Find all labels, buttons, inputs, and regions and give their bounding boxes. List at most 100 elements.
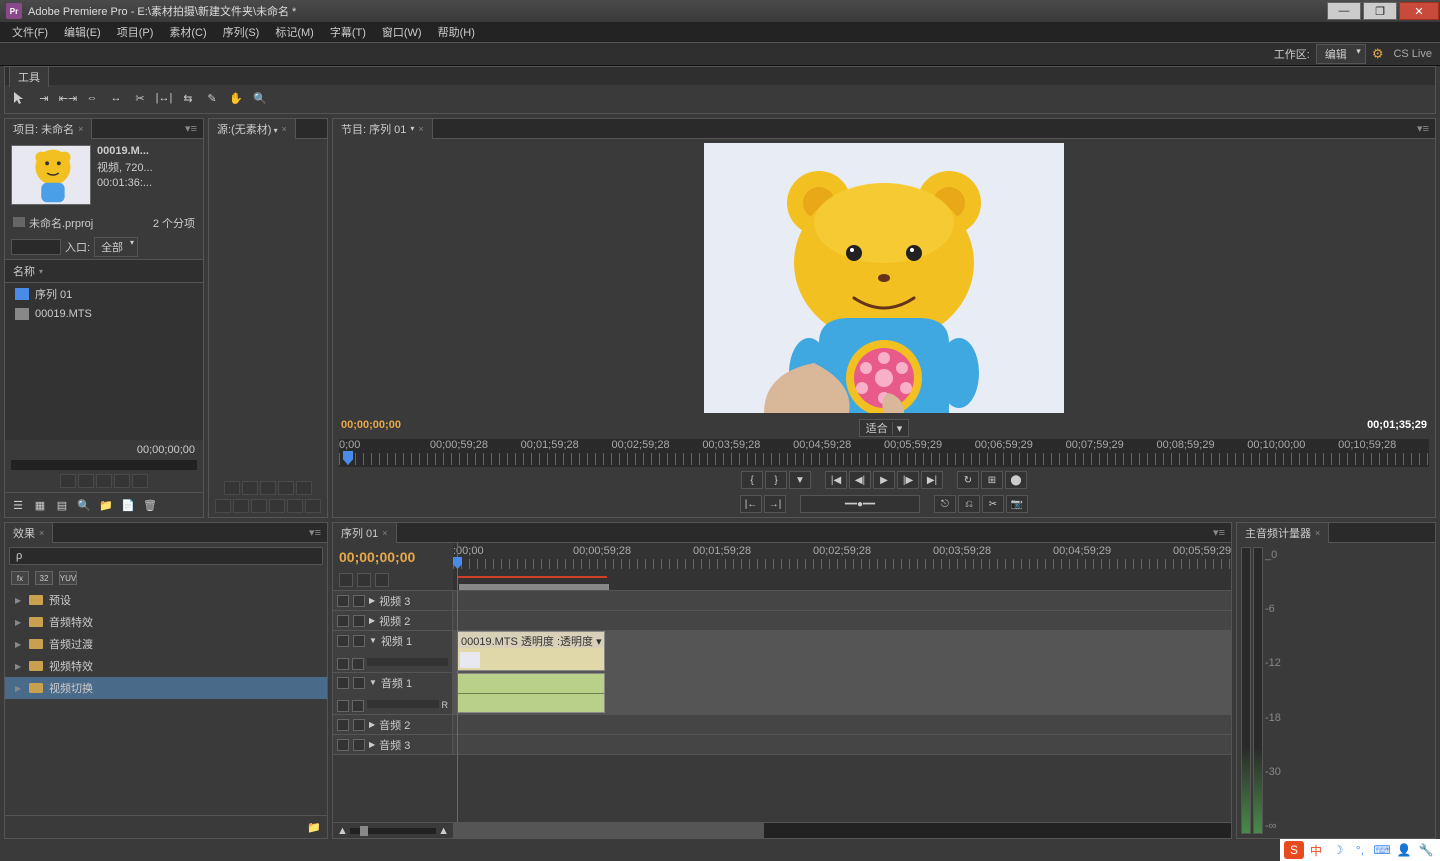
- track-header-v2[interactable]: ▶视频 2: [333, 611, 453, 630]
- goto-out-button[interactable]: ▶|: [921, 471, 943, 489]
- menu-title[interactable]: 字幕(T): [322, 22, 374, 42]
- hand-tool-icon[interactable]: ✋: [227, 89, 245, 107]
- src-btn[interactable]: [242, 481, 258, 495]
- marker-icon[interactable]: [375, 573, 389, 587]
- project-scrubber[interactable]: [11, 460, 197, 470]
- selection-tool-icon[interactable]: [11, 89, 29, 107]
- maximize-button[interactable]: ❐: [1363, 2, 1397, 20]
- razor-tool-icon[interactable]: ✂: [131, 89, 149, 107]
- src-btn[interactable]: [278, 481, 294, 495]
- close-tab-icon[interactable]: ×: [78, 124, 83, 134]
- src-btn[interactable]: [305, 499, 321, 513]
- zoom-tool-icon[interactable]: 🔍: [251, 89, 269, 107]
- in-dropdown[interactable]: 全部: [94, 237, 138, 257]
- rate-stretch-tool-icon[interactable]: ↔: [107, 89, 125, 107]
- fx-badge-icon[interactable]: fx: [11, 571, 29, 585]
- name-column-header[interactable]: 名称: [5, 260, 203, 283]
- menu-file[interactable]: 文件(F): [4, 22, 56, 42]
- safe-margins-button[interactable]: ⊞: [981, 471, 1003, 489]
- list-view-icon[interactable]: ☰: [9, 496, 27, 514]
- output-button[interactable]: ⬤: [1005, 471, 1027, 489]
- export-frame-button[interactable]: 📷: [1006, 495, 1028, 513]
- track-header-a3[interactable]: ▶音频 3: [333, 735, 453, 754]
- project-tab[interactable]: 项目: 未命名×: [5, 119, 92, 139]
- effects-folder[interactable]: ▶视频切换: [5, 677, 327, 699]
- goto-prev-button[interactable]: |←: [740, 495, 762, 513]
- slip-tool-icon[interactable]: |↔|: [155, 89, 173, 107]
- mark-in-button[interactable]: {: [741, 471, 763, 489]
- src-btn[interactable]: [287, 499, 303, 513]
- src-btn[interactable]: [224, 481, 240, 495]
- goto-in-button[interactable]: |◀: [825, 471, 847, 489]
- track-header-v3[interactable]: ▶视频 3: [333, 591, 453, 610]
- snap-icon[interactable]: [339, 573, 353, 587]
- menu-clip[interactable]: 素材(C): [161, 22, 214, 42]
- panel-menu-icon[interactable]: ▾≡: [1207, 526, 1231, 539]
- new-item-icon[interactable]: 📄: [119, 496, 137, 514]
- timeline-zoom-slider[interactable]: ▲▲: [333, 823, 453, 838]
- ime-wrench-icon[interactable]: 🔧: [1416, 841, 1436, 859]
- src-btn[interactable]: [215, 499, 231, 513]
- workspace-dropdown[interactable]: 编辑: [1316, 44, 1366, 64]
- src-btn[interactable]: [260, 481, 276, 495]
- effects-tab[interactable]: 效果×: [5, 523, 53, 543]
- new-bin-icon[interactable]: 📁: [305, 818, 323, 836]
- timeline-playhead[interactable]: [457, 543, 458, 590]
- project-item-sequence[interactable]: 序列 01: [5, 283, 203, 305]
- track-select-tool-icon[interactable]: ⇥: [35, 89, 53, 107]
- close-tab-icon[interactable]: ×: [382, 528, 387, 538]
- close-tab-icon[interactable]: ×: [1315, 528, 1320, 538]
- automate-icon[interactable]: ▤: [53, 496, 71, 514]
- track-header-a1[interactable]: ▼音频 1R: [333, 673, 453, 714]
- src-btn[interactable]: [296, 481, 312, 495]
- ripple-edit-tool-icon[interactable]: ⇤⇥: [59, 89, 77, 107]
- trim-button[interactable]: ✂: [982, 495, 1004, 513]
- close-tab-icon[interactable]: ×: [39, 528, 44, 538]
- effects-folder[interactable]: ▶视频特效: [5, 655, 327, 677]
- panel-menu-icon[interactable]: ▾≡: [303, 526, 327, 539]
- play-button[interactable]: [78, 474, 94, 488]
- project-item-clip[interactable]: 00019.MTS: [5, 305, 203, 323]
- menu-sequence[interactable]: 序列(S): [215, 22, 268, 42]
- panel-menu-icon[interactable]: ▾≡: [179, 122, 203, 135]
- ime-moon-icon[interactable]: ☽: [1328, 841, 1348, 859]
- in-point-button[interactable]: [114, 474, 130, 488]
- program-tc-current[interactable]: 00;00;00;00: [341, 419, 401, 437]
- menu-help[interactable]: 帮助(H): [430, 22, 483, 42]
- rolling-edit-tool-icon[interactable]: ⇔: [83, 89, 101, 107]
- close-tab-icon[interactable]: ×: [282, 124, 287, 134]
- effects-folder[interactable]: ▶音频过渡: [5, 633, 327, 655]
- ime-keyboard-icon[interactable]: ⌨: [1372, 841, 1392, 859]
- pen-tool-icon[interactable]: ✎: [203, 89, 221, 107]
- video-clip[interactable]: 00019.MTS 透明度 :透明度 ▾: [457, 631, 605, 671]
- slide-tool-icon[interactable]: ⇆: [179, 89, 197, 107]
- delete-icon[interactable]: 🗑: [141, 496, 159, 514]
- play-button[interactable]: ▶: [873, 471, 895, 489]
- program-viewport[interactable]: [333, 139, 1435, 417]
- menu-marker[interactable]: 标记(M): [267, 22, 322, 42]
- src-btn[interactable]: [233, 499, 249, 513]
- ime-lang-icon[interactable]: 中: [1306, 841, 1326, 859]
- cslive-label[interactable]: CS Live: [1393, 48, 1432, 60]
- step-fwd-button[interactable]: |▶: [897, 471, 919, 489]
- out-point-button[interactable]: [132, 474, 148, 488]
- yuv-badge-icon[interactable]: YUV: [59, 571, 77, 585]
- icon-view-icon[interactable]: ▦: [31, 496, 49, 514]
- ime-icon[interactable]: S: [1284, 841, 1304, 859]
- panel-menu-icon[interactable]: ▾≡: [1411, 122, 1435, 135]
- timeline-tab[interactable]: 序列 01×: [333, 523, 397, 543]
- tools-tab[interactable]: 工具: [9, 66, 49, 87]
- src-btn[interactable]: [251, 499, 267, 513]
- minimize-button[interactable]: —: [1327, 2, 1361, 20]
- sync-lock-icon[interactable]: [357, 573, 371, 587]
- work-area-bar[interactable]: [459, 584, 609, 590]
- project-search-input[interactable]: [11, 239, 61, 255]
- source-tab[interactable]: 源:(无素材)×: [209, 119, 296, 139]
- ime-punct-icon[interactable]: °,: [1350, 841, 1370, 859]
- close-button[interactable]: ✕: [1399, 2, 1439, 20]
- timeline-timecode[interactable]: 00;00;00;00: [339, 549, 447, 565]
- zoom-fit-dropdown[interactable]: 适合▾: [859, 419, 910, 437]
- lift-button[interactable]: ⎋: [934, 495, 956, 513]
- new-bin-icon[interactable]: 📁: [97, 496, 115, 514]
- step-back-button[interactable]: ◀|: [849, 471, 871, 489]
